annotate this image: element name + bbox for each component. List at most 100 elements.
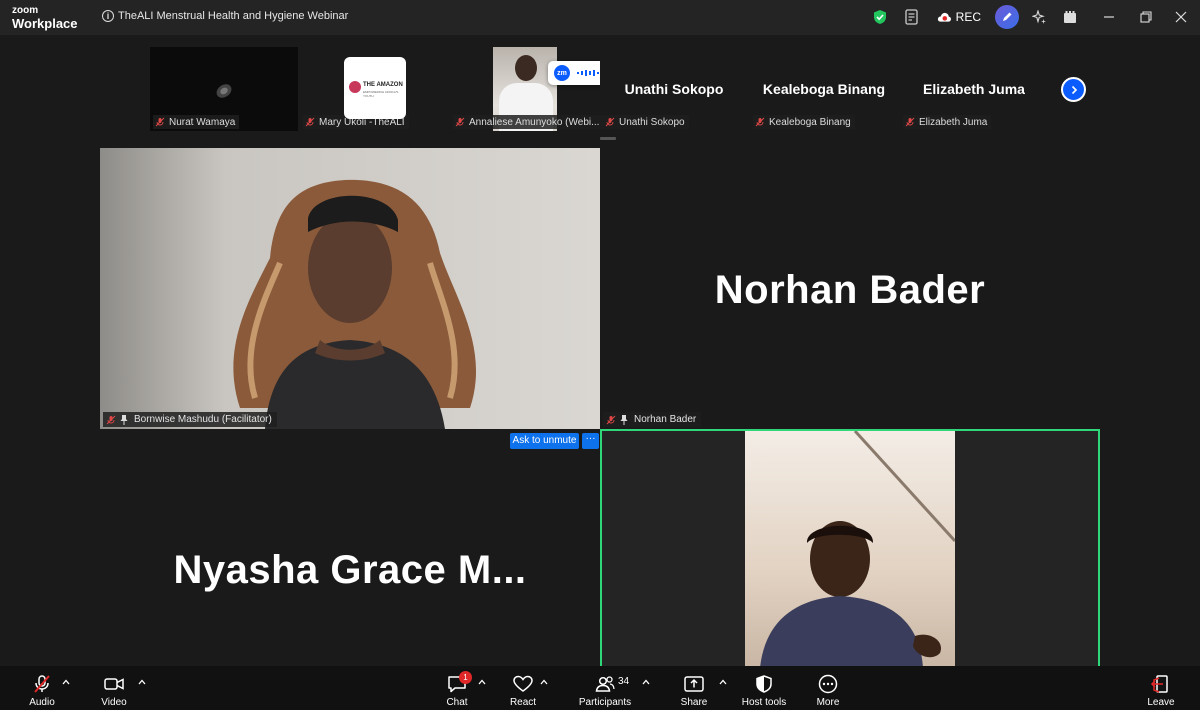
rec-label: REC (955, 10, 981, 24)
audio-wave-icon (577, 70, 599, 76)
chat-options-caret-icon[interactable] (478, 679, 486, 685)
more-label: More (816, 697, 840, 708)
thumbnail-label: Unathi Sokopo (603, 115, 689, 129)
logo-line1: zoom (12, 5, 39, 16)
tile-active-speaker[interactable] (600, 429, 1100, 666)
zoom-meeting-window: zoom Workplace i TheALI Menstrual Health… (0, 0, 1200, 710)
mic-off-icon (755, 117, 765, 127)
audio-label: Audio (29, 697, 55, 708)
minimize-window-icon[interactable] (1101, 8, 1117, 26)
host-shield-icon (756, 675, 772, 693)
participants-options-caret-icon[interactable] (642, 679, 650, 685)
restore-window-icon[interactable] (1138, 8, 1154, 26)
tile-label: Bornwise Mashudu (Facilitator) (103, 412, 277, 427)
participant-display-name: Norhan Bader (714, 268, 986, 312)
cloud-recording-indicator[interactable]: REC (937, 8, 981, 26)
thumbnail-label: Elizabeth Juma (903, 115, 992, 129)
security-shield-icon[interactable] (872, 8, 888, 26)
person-head (515, 55, 537, 81)
video-camera-icon (104, 678, 124, 690)
leave-door-icon (1150, 675, 1168, 693)
participants-icon (595, 676, 615, 692)
logo-line2: Workplace (12, 16, 78, 31)
tile-nyasha-grace[interactable]: Nyasha Grace M... (100, 430, 600, 666)
thumbnail-label: Nurat Wamaya (153, 115, 240, 129)
video-label: Video (101, 697, 127, 708)
tile-bornwise-mashudu[interactable]: Bornwise Mashudu (Facilitator) (100, 148, 600, 429)
audio-options-caret-icon[interactable] (62, 679, 70, 685)
more-options-icon (818, 674, 838, 694)
amazon-org-logo: THE AMAZON EMPOWERING AFRICA'S YOUTH (344, 57, 406, 119)
logo-emblem-icon (349, 81, 361, 93)
video-button[interactable]: Video (94, 666, 134, 710)
zoom-workplace-logo: zoom Workplace (12, 5, 78, 31)
pin-icon (120, 414, 128, 425)
chevron-right-icon (1071, 85, 1077, 94)
mic-off-icon (606, 415, 616, 424)
participant-name: Kealeboga Binang (769, 116, 851, 128)
thumbnail-kealeboga-binang[interactable]: Kealeboga Binang Kealeboga Binang (750, 47, 898, 131)
more-button[interactable]: More (807, 666, 849, 710)
participant-display-name: Nyasha Grace M... (173, 548, 527, 592)
participant-name: Annaliese Amunyoko (Webi... (469, 116, 600, 128)
thumbnail-label: Kealeboga Binang (753, 115, 855, 129)
share-options-caret-icon[interactable] (719, 679, 727, 685)
video-options-caret-icon[interactable] (138, 679, 146, 685)
next-page-button[interactable] (1061, 77, 1086, 102)
zm-badge: zm (554, 65, 570, 81)
view-layout-icon[interactable] (1062, 8, 1078, 26)
mic-off-icon (106, 415, 116, 424)
participant-display-name: Unathi Sokopo (624, 81, 724, 97)
mic-muted-icon (34, 675, 50, 693)
logo-text-line2: EMPOWERING AFRICA'S YOUTH (363, 90, 399, 98)
audio-button[interactable]: Audio (22, 666, 62, 710)
meeting-toolbar: Audio Video Chat 1 React Participants 34… (0, 666, 1200, 710)
notes-icon[interactable] (904, 8, 920, 26)
participant-display-name: Kealeboga Binang (762, 81, 886, 97)
participant-name: Elizabeth Juma (919, 116, 988, 128)
title-bar: zoom Workplace i TheALI Menstrual Health… (0, 0, 1200, 35)
participants-count: 34 (618, 676, 630, 687)
thumbnail-nurat-wamaya[interactable]: Nurat Wamaya (150, 47, 298, 131)
react-options-caret-icon[interactable] (540, 679, 548, 685)
blurred-video-icon (216, 84, 232, 98)
ai-companion-button[interactable] (995, 5, 1019, 29)
tile-norhan-bader[interactable]: Norhan Bader Norhan Bader (600, 148, 1100, 429)
heart-icon (513, 675, 533, 692)
mic-off-icon (905, 117, 915, 127)
react-label: React (509, 697, 537, 708)
react-button[interactable]: React (503, 666, 543, 710)
active-speaker-video-feed (745, 431, 955, 666)
share-screen-icon (684, 676, 704, 692)
participant-name: Bornwise Mashudu (Facilitator) (134, 414, 272, 425)
chat-label: Chat (446, 697, 468, 708)
facilitator-video-feed (100, 148, 600, 429)
participant-display-name: Elizabeth Juma (923, 81, 1025, 97)
close-window-icon[interactable] (1173, 8, 1189, 26)
meeting-info-icon[interactable]: i (102, 10, 114, 22)
thumbnail-elizabeth-juma[interactable]: Elizabeth Juma Elizabeth Juma (900, 47, 1048, 131)
sparkle-icon[interactable] (1031, 8, 1047, 26)
participant-name: Unathi Sokopo (619, 116, 685, 128)
participant-name: Norhan Bader (634, 414, 697, 425)
participants-button[interactable]: Participants (574, 666, 636, 710)
mic-off-icon (155, 117, 165, 127)
leave-button[interactable]: Leave (1141, 666, 1181, 710)
ask-to-unmute-button[interactable]: Ask to unmute (510, 433, 579, 449)
thumbnail-unathi-sokopo[interactable]: Unathi Sokopo Unathi Sokopo (600, 47, 748, 131)
ai-companion-icon (995, 5, 1019, 29)
chat-unread-badge: 1 (459, 671, 472, 684)
leave-label: Leave (1147, 697, 1175, 708)
mic-off-icon (455, 117, 465, 127)
tile-more-options-button[interactable]: ··· (582, 433, 599, 449)
tile-label: Norhan Bader (603, 412, 702, 427)
mic-off-icon (305, 117, 315, 127)
strip-scroll-indicator (600, 137, 616, 140)
host-tools-button[interactable]: Host tools (738, 666, 790, 710)
mic-off-icon (605, 117, 615, 127)
share-label: Share (680, 697, 708, 708)
share-button[interactable]: Share (674, 666, 714, 710)
participant-name: Nurat Wamaya (169, 116, 236, 128)
chat-button[interactable]: Chat (437, 666, 477, 710)
pin-icon (620, 414, 628, 425)
